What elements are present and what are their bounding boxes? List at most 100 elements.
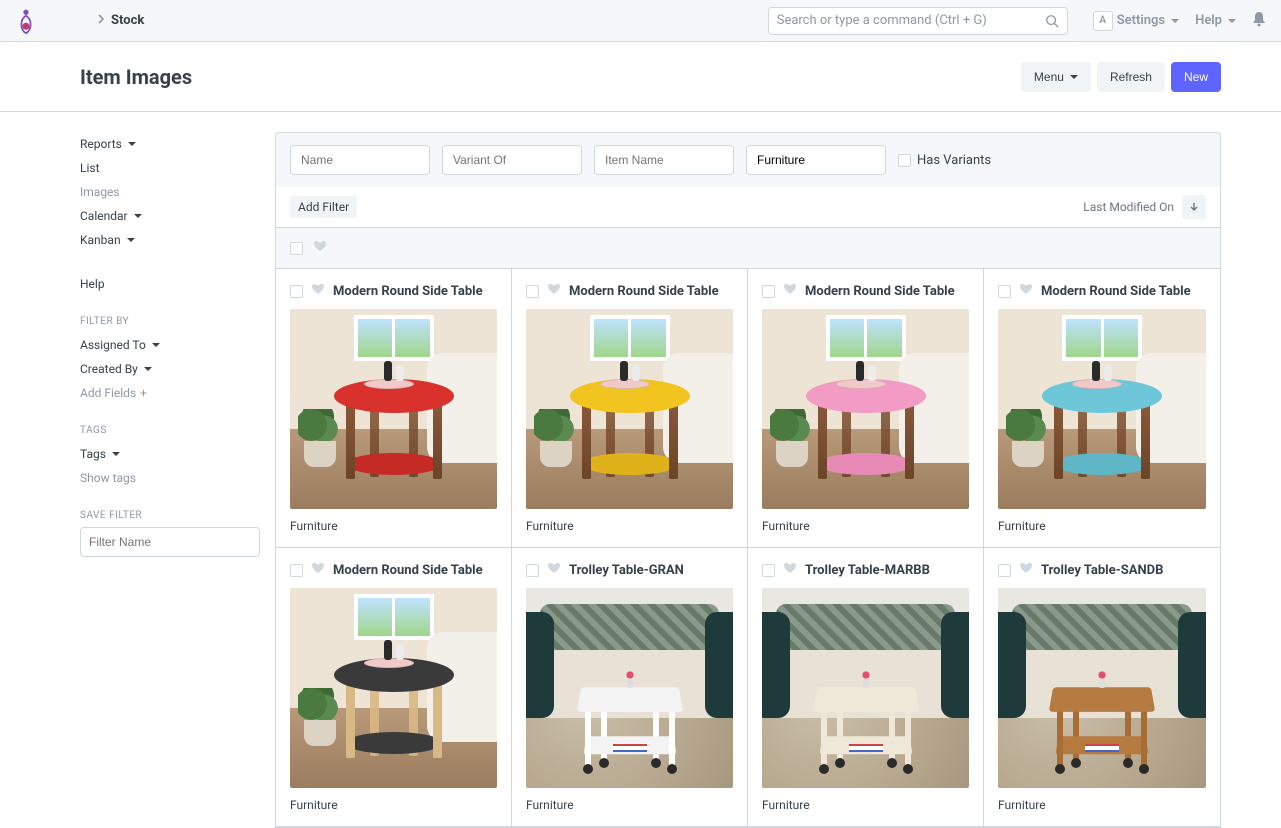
item-category: Furniture [998, 519, 1206, 533]
notifications-icon[interactable] [1252, 11, 1266, 31]
item-thumbnail [290, 588, 497, 788]
like-icon[interactable] [311, 283, 325, 299]
checkbox-icon [898, 154, 911, 167]
like-icon[interactable] [783, 283, 797, 299]
item-category: Furniture [998, 798, 1206, 812]
sidebar-list[interactable]: List [80, 156, 260, 180]
item-checkbox[interactable] [998, 564, 1011, 577]
item-title: Trolley Table-MARBB [805, 563, 930, 578]
caret-down-icon [152, 343, 160, 347]
select-all-checkbox[interactable] [290, 242, 303, 255]
like-all-icon[interactable] [313, 240, 327, 256]
item-card[interactable]: Modern Round Side Table Furniture [276, 548, 512, 827]
item-category: Furniture [762, 798, 969, 812]
select-all-bar [275, 228, 1221, 269]
like-icon[interactable] [1019, 562, 1033, 578]
settings-label: Settings [1117, 13, 1165, 28]
app-logo[interactable] [15, 7, 37, 35]
filter-item-group[interactable] [746, 145, 886, 175]
item-card[interactable]: Trolley Table-MARBB Furniture [748, 548, 984, 827]
caret-down-icon [1228, 19, 1236, 23]
item-category: Furniture [526, 798, 733, 812]
caret-down-icon [127, 238, 135, 242]
like-icon[interactable] [547, 283, 561, 299]
filters-sub-bar: Add Filter Last Modified On [275, 187, 1221, 228]
search-icon [1045, 14, 1059, 28]
page-title: Item Images [80, 65, 192, 89]
has-variants-checkbox[interactable]: Has Variants [898, 153, 991, 168]
item-title: Modern Round Side Table [333, 563, 483, 578]
top-bar: Stock Search or type a command (Ctrl + G… [0, 0, 1281, 42]
add-filter-button[interactable]: Add Filter [290, 196, 357, 218]
top-right-menu: A Settings Help [1093, 11, 1266, 31]
caret-down-icon [1171, 19, 1179, 23]
page-actions: Menu Refresh New [1021, 62, 1221, 92]
item-card[interactable]: Modern Round Side Table Furniture [748, 269, 984, 548]
item-checkbox[interactable] [762, 285, 775, 298]
item-title: Modern Round Side Table [805, 284, 955, 299]
filter-variant-of[interactable] [442, 145, 582, 175]
item-checkbox[interactable] [526, 564, 539, 577]
item-card[interactable]: Modern Round Side Table Furniture [276, 269, 512, 548]
item-category: Furniture [762, 519, 969, 533]
item-checkbox[interactable] [762, 564, 775, 577]
chevron-right-icon [97, 13, 105, 28]
item-title: Trolley Table-SANDB [1041, 563, 1163, 578]
item-thumbnail [998, 309, 1206, 509]
filter-name[interactable] [290, 145, 430, 175]
global-search[interactable]: Search or type a command (Ctrl + G) [768, 7, 1068, 35]
caret-down-icon [134, 214, 142, 218]
item-category: Furniture [526, 519, 733, 533]
item-checkbox[interactable] [290, 285, 303, 298]
arrow-down-icon [1189, 202, 1199, 212]
save-filter-heading: SAVE FILTER [80, 510, 260, 521]
menu-button[interactable]: Menu [1021, 62, 1091, 92]
page-header: Item Images Menu Refresh New [0, 42, 1281, 112]
filter-by-heading: FILTER BY [80, 316, 260, 327]
caret-down-icon [1070, 75, 1078, 79]
item-card[interactable]: Trolley Table-SANDB Furniture [984, 548, 1220, 827]
item-title: Trolley Table-GRAN [569, 563, 684, 578]
items-grid: Modern Round Side Table Furniture Mode [275, 269, 1221, 828]
help-menu[interactable]: Help [1195, 13, 1236, 28]
refresh-button[interactable]: Refresh [1097, 62, 1165, 92]
item-card[interactable]: Modern Round Side Table Furniture [984, 269, 1220, 548]
filter-item-name[interactable] [594, 145, 734, 175]
sidebar-images[interactable]: Images [80, 180, 260, 204]
help-label: Help [1195, 13, 1222, 28]
item-category: Furniture [290, 798, 497, 812]
tags-dropdown[interactable]: Tags [80, 442, 260, 466]
item-checkbox[interactable] [290, 564, 303, 577]
avatar: A [1093, 11, 1113, 31]
filter-created-by[interactable]: Created By [80, 357, 260, 381]
main-content: Has Variants Add Filter Last Modified On… [275, 132, 1221, 828]
breadcrumb-item[interactable]: Stock [111, 13, 144, 28]
item-checkbox[interactable] [998, 285, 1011, 298]
user-menu[interactable]: A Settings [1093, 11, 1179, 31]
like-icon[interactable] [547, 562, 561, 578]
breadcrumb: Stock [97, 13, 144, 28]
item-thumbnail [762, 309, 969, 509]
sidebar-reports[interactable]: Reports [80, 132, 260, 156]
item-title: Modern Round Side Table [1041, 284, 1191, 299]
item-checkbox[interactable] [526, 285, 539, 298]
like-icon[interactable] [1019, 283, 1033, 299]
sort-direction-button[interactable] [1182, 195, 1206, 219]
tags-heading: TAGS [80, 425, 260, 436]
show-tags[interactable]: Show tags [80, 466, 260, 490]
like-icon[interactable] [783, 562, 797, 578]
item-card[interactable]: Trolley Table-GRAN Furniture [512, 548, 748, 827]
caret-down-icon [144, 367, 152, 371]
sort-label[interactable]: Last Modified On [1083, 200, 1174, 214]
item-card[interactable]: Modern Round Side Table Furniture [512, 269, 748, 548]
filter-name-input[interactable] [80, 527, 260, 557]
filter-assigned-to[interactable]: Assigned To [80, 333, 260, 357]
new-button[interactable]: New [1171, 62, 1221, 92]
caret-down-icon [112, 452, 120, 456]
like-icon[interactable] [311, 562, 325, 578]
sidebar-kanban[interactable]: Kanban [80, 228, 260, 252]
item-thumbnail [762, 588, 969, 788]
sidebar-calendar[interactable]: Calendar [80, 204, 260, 228]
add-fields[interactable]: Add Fields + [80, 381, 260, 405]
sidebar-help[interactable]: Help [80, 272, 260, 296]
